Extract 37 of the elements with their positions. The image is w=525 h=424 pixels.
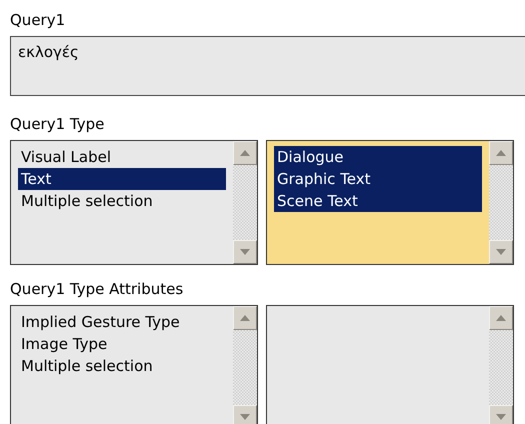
scrollbar[interactable] bbox=[233, 141, 257, 264]
list-box[interactable]: Dialogue Graphic Text Scene Text bbox=[266, 140, 514, 265]
list-item[interactable]: Multiple selection bbox=[18, 355, 226, 377]
list-item[interactable]: Scene Text bbox=[274, 190, 482, 212]
list-box[interactable] bbox=[266, 305, 514, 424]
scroll-up-button[interactable] bbox=[489, 141, 513, 165]
scroll-down-button[interactable] bbox=[489, 240, 513, 264]
scrollbar[interactable] bbox=[489, 141, 513, 264]
list-item[interactable]: Graphic Text bbox=[274, 168, 482, 190]
up-arrow-icon bbox=[240, 150, 250, 156]
field-label: Query1 Type bbox=[10, 114, 104, 134]
field-label: Query1 Type Attributes bbox=[10, 279, 184, 299]
list-item[interactable]: Text bbox=[18, 168, 226, 190]
field-label: Query1 bbox=[10, 10, 66, 30]
scroll-down-button[interactable] bbox=[489, 405, 513, 424]
scrollbar[interactable] bbox=[489, 306, 513, 424]
scrollbar[interactable] bbox=[233, 306, 257, 424]
scroll-up-button[interactable] bbox=[233, 141, 257, 165]
up-arrow-icon bbox=[496, 315, 506, 321]
down-arrow-icon bbox=[496, 414, 506, 420]
scroll-down-button[interactable] bbox=[233, 240, 257, 264]
list-item[interactable]: Multiple selection bbox=[18, 190, 226, 212]
list-item[interactable]: Implied Gesture Type bbox=[18, 311, 226, 333]
down-arrow-icon bbox=[496, 249, 506, 255]
list-box[interactable]: Implied Gesture Type Image Type Multiple selection bbox=[10, 305, 258, 424]
up-arrow-icon bbox=[240, 315, 250, 321]
list-item[interactable]: Visual Label bbox=[18, 146, 226, 168]
list-item[interactable]: Dialogue bbox=[274, 146, 482, 168]
scroll-up-button[interactable] bbox=[489, 306, 513, 330]
up-arrow-icon bbox=[496, 150, 506, 156]
list-item[interactable]: Image Type bbox=[18, 333, 226, 355]
scroll-up-button[interactable] bbox=[233, 306, 257, 330]
scroll-down-button[interactable] bbox=[233, 405, 257, 424]
down-arrow-icon bbox=[240, 249, 250, 255]
list-box[interactable]: Visual Label Text Multiple selection bbox=[10, 140, 258, 265]
query-text-field[interactable]: εκλογές bbox=[10, 36, 525, 96]
down-arrow-icon bbox=[240, 414, 250, 420]
